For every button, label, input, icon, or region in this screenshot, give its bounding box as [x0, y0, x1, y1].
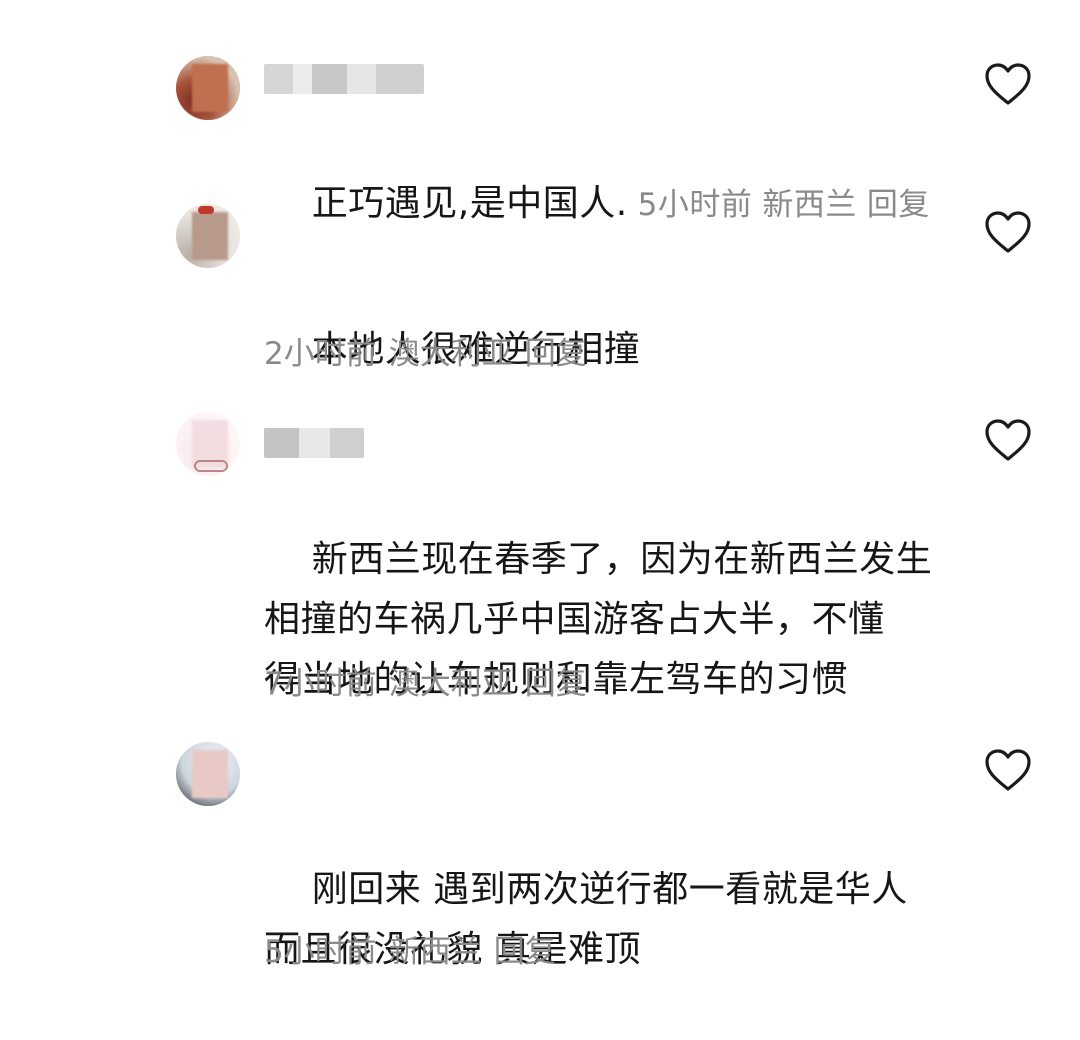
comment-text: 新西兰现在春季了，因为在新西兰发生 相撞的车祸几乎中国游客占大半，不懂 得当地的… — [264, 470, 944, 770]
username-redacted[interactable] — [264, 64, 424, 94]
comment-meta: 2小时前 澳大利亚 回复 — [264, 334, 599, 374]
comment-time: 2小时前 — [264, 336, 377, 372]
heart-outline-icon — [985, 211, 1031, 253]
avatar[interactable] — [176, 742, 240, 806]
comment-time: 5小时前 — [637, 187, 753, 223]
comment-location: 新西兰 — [388, 934, 482, 970]
reply-button[interactable]: 回复 — [525, 666, 587, 702]
like-button[interactable] — [984, 210, 1032, 254]
avatar[interactable] — [176, 56, 240, 120]
comment-meta: 5小时前 新西兰 回复 — [264, 932, 568, 972]
heart-outline-icon — [985, 749, 1031, 791]
username-redacted[interactable] — [264, 428, 364, 458]
reply-button[interactable]: 回复 — [494, 934, 556, 970]
like-button[interactable] — [984, 748, 1032, 792]
comment-time: 5小时前 — [264, 934, 377, 970]
like-button[interactable] — [984, 62, 1032, 106]
heart-outline-icon — [985, 63, 1031, 105]
comment-text: 刚回来 遇到两次逆行都一看就是华人 而且很没礼貌 真是难顶 — [264, 800, 944, 1040]
heart-outline-icon — [985, 419, 1031, 461]
comment-body: 正巧遇见,是中国人. — [311, 183, 628, 224]
comment-meta: 7小时前 澳大利亚 回复 — [264, 664, 599, 704]
comment-time: 7小时前 — [264, 666, 377, 702]
comment-location: 澳大利亚 — [388, 336, 513, 372]
avatar[interactable] — [176, 412, 240, 476]
comment-location: 新西兰 — [762, 187, 857, 223]
reply-button[interactable]: 回复 — [867, 187, 930, 223]
like-button[interactable] — [984, 418, 1032, 462]
avatar[interactable] — [176, 204, 240, 268]
comment-meta: 5小时前 新西兰 回复 — [638, 187, 940, 223]
comment-location: 澳大利亚 — [388, 666, 513, 702]
reply-button[interactable]: 回复 — [525, 336, 587, 372]
